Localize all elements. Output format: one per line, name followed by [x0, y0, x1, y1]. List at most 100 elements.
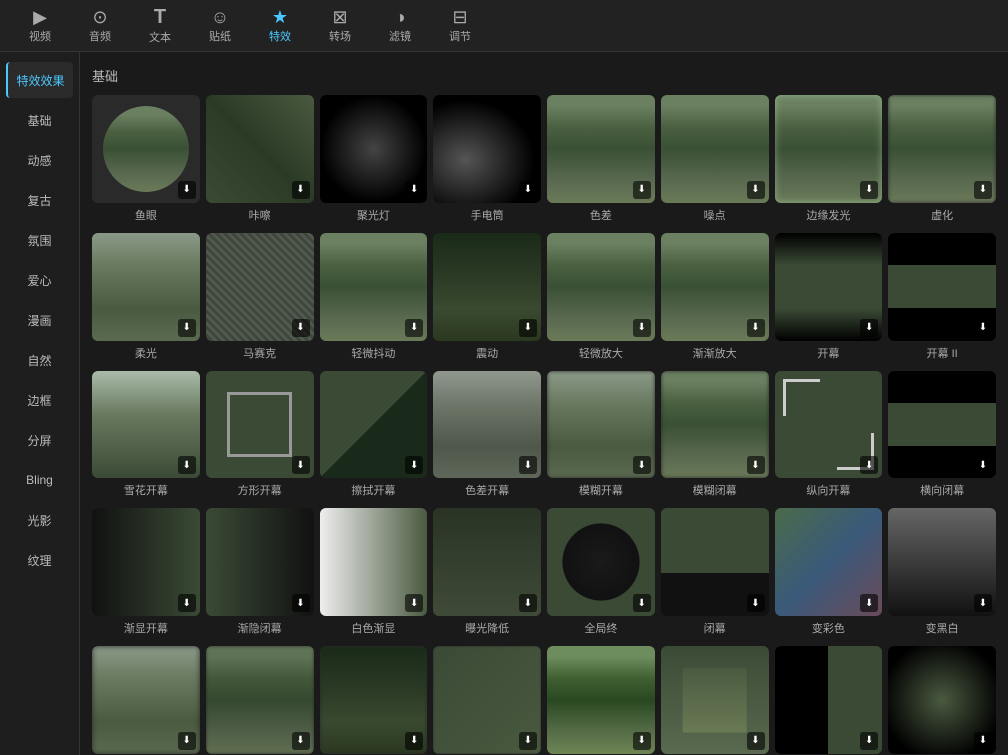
download-slant-blur[interactable]: ⬇	[519, 732, 537, 750]
download-blur-bg[interactable]: ⬇	[974, 181, 992, 199]
effect-blur-open[interactable]: ⬇ 模糊开幕	[547, 371, 655, 499]
sidebar-item-texture[interactable]: 纹理	[6, 542, 73, 578]
download-blur2[interactable]: ⬇	[178, 732, 196, 750]
effect-corner-open[interactable]: ⬇ 纵向开幕	[775, 371, 883, 499]
effect-snap[interactable]: ⬇ 咔嚓	[206, 95, 314, 223]
effect-torch[interactable]: ⬇ 手电筒	[433, 95, 541, 223]
toolbar-audio[interactable]: ⊙ 音频	[70, 3, 130, 49]
effect-v-blur[interactable]: ⬇ 纵向模糊	[320, 646, 428, 755]
sidebar-item-natural[interactable]: 自然	[6, 342, 73, 378]
download-wipe-open[interactable]: ⬇	[405, 456, 423, 474]
effect-bw[interactable]: ⬇ 变黑白	[888, 508, 996, 636]
toolbar-text[interactable]: T 文本	[130, 3, 190, 49]
effect-white-fade[interactable]: ⬇ 白色渐显	[320, 508, 428, 636]
toolbar-filter[interactable]: ◑ 滤镜	[370, 3, 430, 49]
effect-shake[interactable]: ⬇ 震动	[433, 233, 541, 361]
download-aberration-open[interactable]: ⬇	[519, 456, 537, 474]
effect-glow-edge[interactable]: ⬇ 边缘发光	[775, 95, 883, 223]
toolbar-adjust[interactable]: ⊟ 调节	[430, 3, 490, 49]
sidebar-item-split[interactable]: 分屏	[6, 422, 73, 458]
download-slight-zoom[interactable]: ⬇	[633, 319, 651, 337]
effect-aberration-open[interactable]: ⬇ 色差开幕	[433, 371, 541, 499]
effect-spotlight[interactable]: ⬇ 聚光灯	[320, 95, 428, 223]
effect-fisheye[interactable]: ⬇ 鱼眼	[92, 95, 200, 223]
effect-square-open[interactable]: ⬇ 方形开幕	[206, 371, 314, 499]
download-glow-edge[interactable]: ⬇	[860, 181, 878, 199]
effect-grad-zoom[interactable]: ⬇ 渐渐放大	[661, 233, 769, 361]
download-aberration[interactable]: ⬇	[633, 181, 651, 199]
effect-sharpen[interactable]: ⬇ 变清晰	[547, 646, 655, 755]
download-blur-close[interactable]: ⬇	[747, 456, 765, 474]
effect-open[interactable]: ⬇ 开幕	[775, 233, 883, 361]
sidebar-item-basic[interactable]: 基础	[6, 102, 73, 138]
download-colorize[interactable]: ⬇	[860, 594, 878, 612]
download-lens-zoom[interactable]: ⬇	[747, 732, 765, 750]
effect-close[interactable]: ⬇ 闭幕	[661, 508, 769, 636]
effect-aberration[interactable]: ⬇ 色差	[547, 95, 655, 223]
download-mosaic2[interactable]: ⬇	[292, 319, 310, 337]
effect-noise[interactable]: ⬇ 噪点	[661, 95, 769, 223]
download-grad-zoom[interactable]: ⬇	[747, 319, 765, 337]
sidebar-item-love[interactable]: 爱心	[6, 262, 73, 298]
download-square-open[interactable]: ⬇	[292, 456, 310, 474]
download-snap[interactable]: ⬇	[292, 181, 310, 199]
download-iris-close[interactable]: ⬇	[633, 594, 651, 612]
download-v-blur[interactable]: ⬇	[405, 732, 423, 750]
sidebar-item-motion[interactable]: 动感	[6, 142, 73, 178]
effect-blur2[interactable]: ⬇ 模糊	[92, 646, 200, 755]
download-close2[interactable]: ⬇	[860, 732, 878, 750]
effect-blur-bg[interactable]: ⬇ 虚化	[888, 95, 996, 223]
sidebar-item-frame[interactable]: 边框	[6, 382, 73, 418]
effect-slant-blur[interactable]: ⬇ 斜向模糊	[433, 646, 541, 755]
sidebar-item-comic[interactable]: 漫画	[6, 302, 73, 338]
download-sharpen[interactable]: ⬇	[633, 732, 651, 750]
sidebar-item-all-effects[interactable]: 特效效果	[6, 62, 73, 98]
download-snow-open[interactable]: ⬇	[178, 456, 196, 474]
download-focus[interactable]: ⬇	[974, 732, 992, 750]
effect-snow-open[interactable]: ⬇ 雪花开幕	[92, 371, 200, 499]
download-open2[interactable]: ⬇	[974, 319, 992, 337]
effect-slight-zoom[interactable]: ⬇ 轻微放大	[547, 233, 655, 361]
download-horizontal-close[interactable]: ⬇	[974, 456, 992, 474]
download-fade-in-open[interactable]: ⬇	[178, 594, 196, 612]
download-spotlight[interactable]: ⬇	[405, 181, 423, 199]
download-close[interactable]: ⬇	[747, 594, 765, 612]
download-shake[interactable]: ⬇	[519, 319, 537, 337]
effect-focus[interactable]: ⬇ 聚焦	[888, 646, 996, 755]
download-exposure[interactable]: ⬇	[519, 594, 537, 612]
sidebar-item-bling[interactable]: Bling	[6, 462, 73, 498]
toolbar-transition[interactable]: ⊠ 转场	[310, 3, 370, 49]
effect-iris-close[interactable]: ⬇ 全局终	[547, 508, 655, 636]
download-fade-out-close[interactable]: ⬇	[292, 594, 310, 612]
download-fisheye[interactable]: ⬇	[178, 181, 196, 199]
effect-soft[interactable]: ⬇ 柔光	[92, 233, 200, 361]
sidebar-item-light[interactable]: 光影	[6, 502, 73, 538]
effect-colorize[interactable]: ⬇ 变彩色	[775, 508, 883, 636]
download-particle-blur[interactable]: ⬇	[292, 732, 310, 750]
toolbar-effects[interactable]: ★ 特效	[250, 3, 310, 49]
download-open[interactable]: ⬇	[860, 319, 878, 337]
sidebar-item-retro[interactable]: 复古	[6, 182, 73, 218]
effect-mosaic2[interactable]: ⬇ 马赛克	[206, 233, 314, 361]
download-torch[interactable]: ⬇	[519, 181, 537, 199]
effect-horizontal-close[interactable]: ⬇ 横向闭幕	[888, 371, 996, 499]
effect-fade-in-open[interactable]: ⬇ 渐显开幕	[92, 508, 200, 636]
download-corner-open[interactable]: ⬇	[860, 456, 878, 474]
effect-fade-out-close[interactable]: ⬇ 渐隐闭幕	[206, 508, 314, 636]
effect-particle-blur[interactable]: ⬇ 粒子模糊	[206, 646, 314, 755]
download-noise[interactable]: ⬇	[747, 181, 765, 199]
effect-open2[interactable]: ⬇ 开幕 II	[888, 233, 996, 361]
toolbar-sticker[interactable]: ☺ 贴纸	[190, 3, 250, 49]
download-bw[interactable]: ⬇	[974, 594, 992, 612]
download-slight-shake[interactable]: ⬇	[405, 319, 423, 337]
sidebar-item-mood[interactable]: 氛围	[6, 222, 73, 258]
effect-slight-shake[interactable]: ⬇ 轻微抖动	[320, 233, 428, 361]
effect-close2[interactable]: ⬇ 闭幕 II	[775, 646, 883, 755]
effect-blur-close[interactable]: ⬇ 模糊闭幕	[661, 371, 769, 499]
effect-exposure[interactable]: ⬇ 曝光降低	[433, 508, 541, 636]
effect-lens-zoom[interactable]: ⬇ 镜头变焦	[661, 646, 769, 755]
download-white-fade[interactable]: ⬇	[405, 594, 423, 612]
effect-wipe-open[interactable]: ⬇ 擦拭开幕	[320, 371, 428, 499]
download-blur-open[interactable]: ⬇	[633, 456, 651, 474]
toolbar-video[interactable]: ▶ 视频	[10, 3, 70, 49]
